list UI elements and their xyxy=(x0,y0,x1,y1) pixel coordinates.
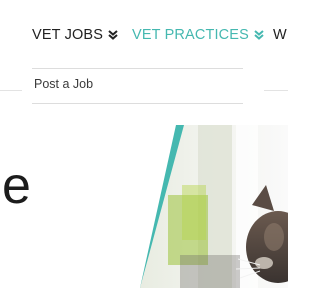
nav-item-vet-jobs-label: VET JOBS xyxy=(32,27,104,43)
nav-item-vet-jobs[interactable]: VET JOBS xyxy=(32,24,118,46)
double-chevron-down-icon xyxy=(254,30,264,40)
nav-item-next-label: W xyxy=(273,27,287,43)
hero-heading-partial: e xyxy=(2,157,31,215)
nav-item-vet-practices-label: VET PRACTICES xyxy=(132,27,249,43)
double-chevron-down-icon xyxy=(108,30,118,40)
dropdown-item-post-a-job[interactable]: Post a Job xyxy=(34,77,93,91)
vet-jobs-dropdown-menu: Post a Job xyxy=(22,68,264,106)
hero-cat-photo xyxy=(140,125,288,288)
nav-item-vet-practices[interactable]: VET PRACTICES xyxy=(132,24,264,46)
dropdown-divider xyxy=(32,103,243,104)
main-navigation: VET JOBS VET PRACTICES W xyxy=(0,0,288,68)
dropdown-divider xyxy=(32,68,243,69)
nav-item-next-partial[interactable]: W xyxy=(273,24,287,46)
